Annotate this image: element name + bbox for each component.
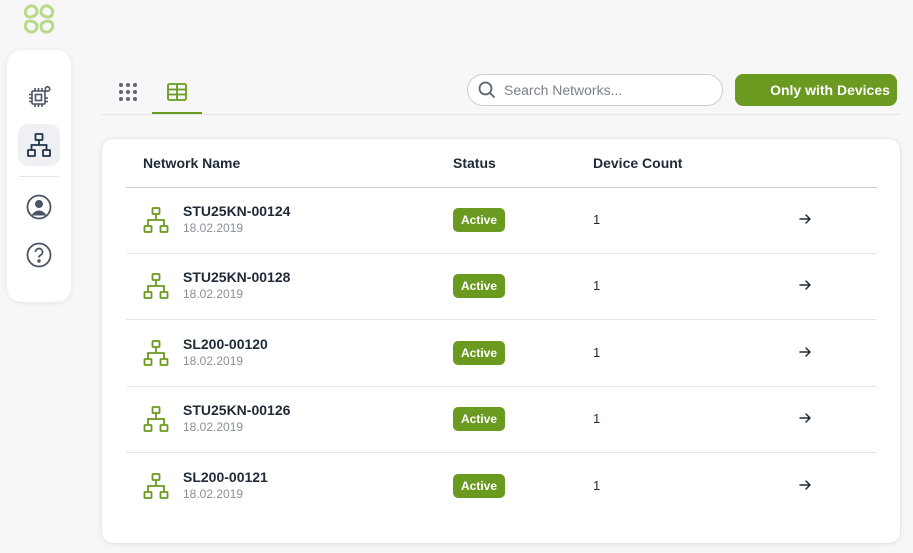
row-divider (126, 319, 877, 320)
arrow-right-icon[interactable] (798, 278, 812, 292)
device-count: 1 (593, 411, 601, 426)
search-icon (478, 81, 496, 99)
network-icon (143, 473, 169, 499)
device-count: 1 (593, 278, 601, 293)
network-name: SL200-00121 (183, 469, 268, 485)
network-name: STU25KN-00128 (183, 269, 291, 285)
status-badge: Active (453, 474, 506, 498)
search-input[interactable] (504, 82, 704, 98)
clover-logo-icon (23, 4, 55, 34)
help-circle-icon (26, 242, 52, 268)
status-badge: Active (453, 341, 506, 365)
row-divider (126, 452, 877, 453)
network-icon (143, 207, 169, 233)
network-name: STU25KN-00124 (183, 203, 291, 219)
sidebar-item-help[interactable] (18, 234, 60, 276)
table-row[interactable]: STU25KN-00124 18.02.2019 Active 1 (126, 188, 877, 254)
network-date: 18.02.2019 (183, 287, 244, 301)
networks-table: Network Name Status Device Count STU25KN… (101, 138, 901, 544)
table-row[interactable]: SL200-00121 18.02.2019 Active 1 (126, 454, 877, 520)
arrow-right-icon[interactable] (798, 411, 812, 425)
network-icon (143, 406, 169, 432)
network-date: 18.02.2019 (183, 420, 244, 434)
only-with-devices-button[interactable]: Only with Devices (735, 74, 897, 106)
user-circle-icon (26, 194, 52, 220)
network-icon (143, 273, 169, 299)
network-date: 18.02.2019 (183, 221, 244, 235)
network-icon (27, 133, 51, 157)
grid-view-button[interactable] (103, 72, 153, 112)
arrow-right-icon[interactable] (798, 478, 812, 492)
chip-icon (29, 85, 51, 107)
table-row[interactable]: STU25KN-00126 18.02.2019 Active 1 (126, 387, 877, 453)
table-icon (167, 83, 187, 101)
device-count: 1 (593, 212, 601, 227)
sidebar-item-networks[interactable] (18, 124, 60, 166)
column-header-device-count: Device Count (593, 155, 683, 171)
network-icon (143, 340, 169, 366)
table-view-button[interactable] (152, 72, 202, 114)
toolbar-divider (101, 114, 900, 115)
sidebar-item-devices[interactable] (18, 76, 60, 118)
search-box[interactable] (467, 74, 723, 106)
status-badge: Active (453, 407, 506, 431)
table-row[interactable]: SL200-00120 18.02.2019 Active 1 (126, 321, 877, 387)
sidebar (7, 50, 71, 302)
network-date: 18.02.2019 (183, 354, 244, 368)
arrow-right-icon[interactable] (798, 345, 812, 359)
sidebar-divider (19, 176, 59, 177)
sidebar-item-profile[interactable] (18, 186, 60, 228)
network-name: STU25KN-00126 (183, 402, 291, 418)
table-row[interactable]: STU25KN-00128 18.02.2019 Active 1 (126, 254, 877, 320)
column-header-network-name: Network Name (143, 155, 241, 171)
status-badge: Active (453, 208, 506, 232)
status-badge: Active (453, 274, 506, 298)
device-count: 1 (593, 478, 601, 493)
column-header-status: Status (453, 155, 496, 171)
network-date: 18.02.2019 (183, 487, 244, 501)
arrow-right-icon[interactable] (798, 212, 812, 226)
network-name: SL200-00120 (183, 336, 268, 352)
device-count: 1 (593, 345, 601, 360)
dots-grid-icon (119, 83, 137, 101)
